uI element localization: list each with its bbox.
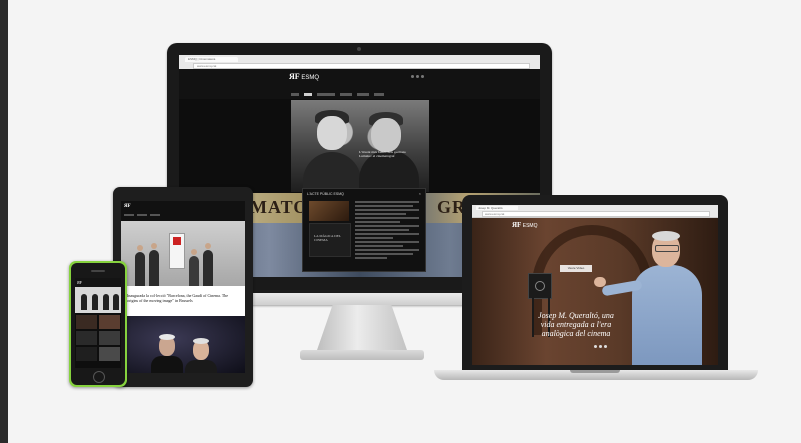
phone-device: ЯF: [69, 261, 127, 387]
social-icons: [411, 75, 424, 78]
laptop-device: Josep M. Queraltó www.esmq.cat ЯF ESMQ V…: [462, 195, 728, 370]
site-header: ЯF: [75, 278, 121, 287]
event-banner: [169, 233, 185, 269]
camera-icon: [357, 47, 361, 51]
speaker-grille: [91, 270, 105, 272]
thumbnail[interactable]: [99, 331, 120, 345]
site-logo[interactable]: ЯF ESMQ: [289, 72, 320, 82]
nav-item[interactable]: [340, 93, 352, 96]
modal-card-text: LA MÀGICA DEL CINEMA: [314, 234, 341, 242]
imac-stand: [316, 305, 408, 353]
hero-headline: Josep M. Queraltó, una vida entregada a …: [538, 311, 614, 338]
imac-foot: [300, 350, 424, 360]
modal-title: L'ACTE PÚBLIC ESMQ: [307, 192, 344, 196]
watch-video-button[interactable]: Veure Vídeo: [560, 265, 592, 272]
facebook-icon[interactable]: [411, 75, 414, 78]
tablet-device: ЯF Inaugurada la col·lecció "Barcelona, …: [113, 187, 253, 387]
site-header: ЯF: [121, 201, 245, 221]
person-photo: [594, 225, 712, 365]
thumbnail[interactable]: [76, 331, 97, 345]
logo-mark: ЯF: [512, 221, 522, 229]
nav-item[interactable]: [124, 214, 134, 216]
site-nav: [291, 93, 384, 96]
thumbnail[interactable]: [99, 315, 120, 329]
tablet-screen: ЯF Inaugurada la col·lecció "Barcelona, …: [121, 201, 245, 373]
event-photo: [121, 221, 245, 286]
device-mockup-stage: ESMQ | Cinemateca www.esmq.cat ЯF ESMQ L…: [0, 0, 801, 443]
news-headline[interactable]: Inaugurada la col·lecció "Barcelona, the…: [127, 293, 239, 303]
twitter-icon[interactable]: [599, 345, 602, 348]
news-panel: Inaugurada la col·lecció "Barcelona, the…: [121, 286, 245, 316]
youtube-icon[interactable]: [604, 345, 607, 348]
site-nav: [124, 214, 160, 216]
thumbnail[interactable]: [76, 315, 97, 329]
nav-item[interactable]: [137, 214, 147, 216]
browser-tab[interactable]: Josep M. Queraltó: [476, 206, 518, 210]
twitter-icon[interactable]: [416, 75, 419, 78]
site-logo[interactable]: ЯF: [124, 204, 131, 209]
hero-caption: L'invent més famós dels germans Lumière:…: [359, 150, 406, 158]
browser-tab[interactable]: ESMQ | Cinemateca: [185, 57, 238, 62]
film-camera-image: [528, 273, 552, 299]
hero-photo: [75, 287, 121, 313]
browser-bar: Josep M. Queraltó www.esmq.cat: [472, 205, 718, 218]
site-logo[interactable]: ЯF ESMQ: [512, 221, 538, 229]
laptop-notch: [570, 370, 620, 373]
home-button-icon[interactable]: [93, 371, 105, 383]
info-modal: L'ACTE PÚBLIC ESMQ × LA MÀGICA DEL CINEM…: [302, 188, 426, 272]
logo-mark: ЯF: [289, 72, 300, 81]
nav-item[interactable]: [317, 93, 335, 96]
social-icons: [594, 345, 607, 348]
laptop-screen: Josep M. Queraltó www.esmq.cat ЯF ESMQ V…: [472, 205, 718, 365]
close-icon[interactable]: ×: [419, 191, 421, 196]
phone-screen: ЯF: [75, 278, 121, 368]
nav-item[interactable]: [357, 93, 369, 96]
logo-title: ESMQ: [522, 223, 538, 229]
nav-item[interactable]: [291, 93, 299, 96]
youtube-icon[interactable]: [421, 75, 424, 78]
logo-title: ESMQ: [301, 75, 320, 81]
thumbnail[interactable]: [76, 347, 97, 361]
facebook-icon[interactable]: [594, 345, 597, 348]
modal-image: [309, 201, 349, 221]
modal-card: LA MÀGICA DEL CINEMA: [309, 223, 351, 257]
portrait-photo: [121, 316, 245, 373]
url-bar[interactable]: www.esmq.cat: [482, 211, 710, 217]
nav-item[interactable]: [150, 214, 160, 216]
nav-item[interactable]: [374, 93, 384, 96]
modal-body-text: [355, 201, 419, 261]
thumbnail-grid: [76, 315, 120, 361]
hero-photo: [291, 100, 429, 192]
site-logo[interactable]: ЯF: [77, 280, 82, 285]
nav-item-active[interactable]: [304, 93, 312, 96]
site-header: ЯF ESMQ: [179, 69, 540, 99]
left-edge-strip: [0, 0, 8, 443]
thumbnail[interactable]: [99, 347, 120, 361]
browser-bar: ESMQ | Cinemateca www.esmq.cat: [179, 55, 540, 70]
